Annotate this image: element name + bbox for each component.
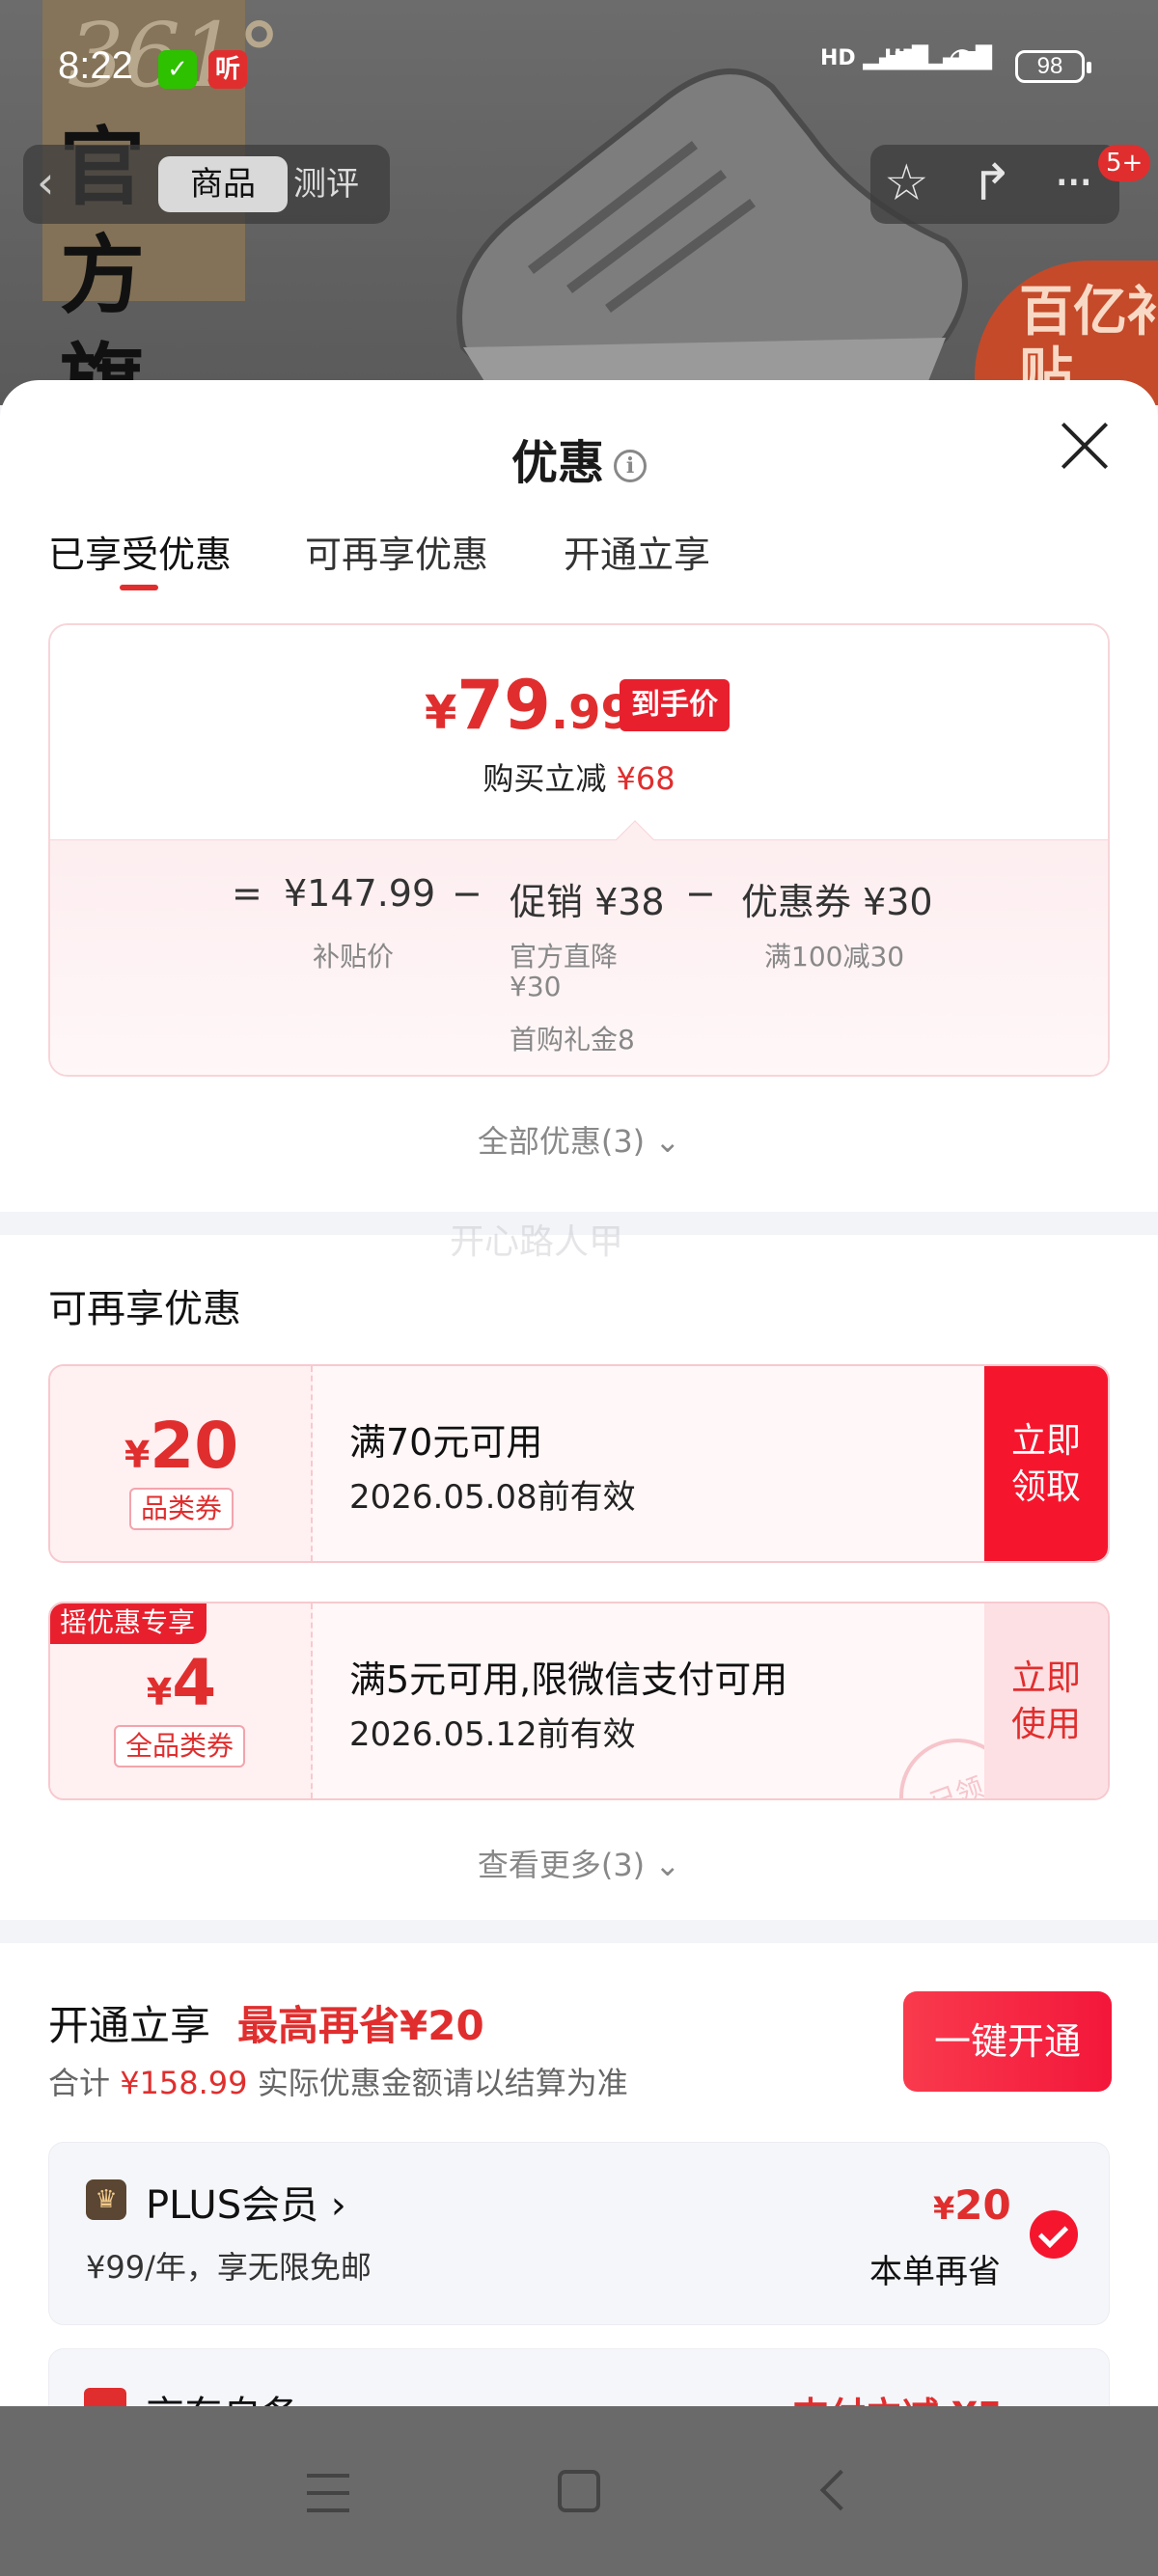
- base-price: ¥147.99: [284, 872, 436, 915]
- tab-goods[interactable]: 商品: [158, 156, 288, 212]
- equals-sign: =: [232, 872, 262, 915]
- sheet-title: 优惠 i: [0, 425, 1158, 492]
- flag-icon: [84, 2388, 126, 2406]
- plus-name[interactable]: PLUS会员 ›: [146, 2174, 346, 2230]
- coupon-condition: 满70元可用: [349, 1421, 543, 1464]
- watermark: 开心路人甲: [450, 1222, 624, 1262]
- base-price-label: 补贴价: [313, 941, 395, 973]
- promo-amount: 促销 ¥38: [510, 881, 665, 923]
- section-divider: [0, 1920, 1158, 1943]
- top-nav-left: ‹ 商品 测评: [23, 145, 390, 224]
- jd-name: 京东自备 ›: [146, 2384, 328, 2406]
- system-nav-bar: [0, 2406, 1158, 2576]
- see-more-link[interactable]: 查看更多(3) ⌄: [0, 1841, 1158, 1885]
- share-icon[interactable]: ↱: [971, 154, 1013, 212]
- coupon-type: 品类券: [129, 1488, 234, 1530]
- tab-open[interactable]: 开通立享: [564, 525, 710, 578]
- tab-more[interactable]: 可再享优惠: [305, 525, 488, 578]
- minus-sign: −: [452, 872, 482, 915]
- coupon-valid-date: 2026.05.12前有效: [349, 1715, 636, 1754]
- final-price: ¥79.99: [425, 666, 633, 745]
- plus-desc: ¥99/年，享无限免邮: [86, 2249, 372, 2286]
- price-formula: = ¥147.99 补贴价 − 促销 ¥38 官方直降 ¥30 首购礼金8 − …: [50, 839, 1108, 1075]
- promo-detail-2: ¥30: [510, 971, 562, 1002]
- info-icon[interactable]: i: [614, 450, 647, 482]
- clock: 8:22: [58, 44, 133, 87]
- plus-savings: ¥20: [933, 2181, 1011, 2229]
- coupon-card: 摇优惠专享 ¥4 全品类券 满5元可用,限微信支付可用 2026.05.12前有…: [48, 1602, 1110, 1800]
- notification-badge: 5+: [1098, 145, 1151, 181]
- menu-icon[interactable]: [307, 2474, 349, 2512]
- back-nav-icon[interactable]: [819, 2469, 862, 2511]
- promo-detail-1: 官方直降: [510, 941, 619, 973]
- exclusive-tag: 摇优惠专享: [50, 1603, 207, 1644]
- coupon-type: 全品类券: [114, 1725, 246, 1768]
- price-breakdown-card: ¥79.99 到手价 购买立减 ¥68 = ¥147.99 补贴价 − 促销 ¥…: [48, 623, 1110, 1077]
- minus-sign-2: −: [685, 872, 716, 915]
- use-coupon-button[interactable]: 立即 使用: [984, 1603, 1108, 1798]
- jd-card[interactable]: 京东自备 › 支付立减 ¥5: [48, 2348, 1110, 2406]
- open-total: 合计 ¥158.99 实际优惠金额请以结算为准: [48, 2065, 628, 2101]
- chevron-down-icon: ⌄: [654, 1847, 681, 1883]
- max-savings: 最高再省¥20: [237, 2002, 484, 2049]
- coupon-value: ¥20: [124, 1409, 239, 1483]
- tab-indicator: [120, 585, 158, 590]
- checkmark-icon[interactable]: [1030, 2210, 1078, 2259]
- tab-review[interactable]: 测评: [293, 156, 400, 212]
- chevron-down-icon: ⌄: [654, 1123, 681, 1160]
- home-icon[interactable]: [558, 2470, 600, 2512]
- wifi-icon: ◠: [950, 41, 976, 79]
- net-price-tag: 到手价: [620, 679, 730, 731]
- close-icon[interactable]: [1058, 419, 1112, 473]
- one-click-open-button[interactable]: 一键开通: [903, 1991, 1112, 2092]
- plus-savings-label: 本单再省: [869, 2253, 1001, 2291]
- coupon-condition: 满5元可用,限微信支付可用: [349, 1658, 788, 1701]
- claim-coupon-button[interactable]: 立即 领取: [984, 1366, 1108, 1561]
- plus-membership-card[interactable]: ♛ PLUS会员 › ¥99/年，享无限免邮 ¥20 本单再省: [48, 2142, 1110, 2325]
- back-icon[interactable]: ‹: [37, 156, 54, 208]
- listen-icon: 听: [208, 50, 247, 89]
- promo-detail-3: 首购礼金8: [510, 1024, 635, 1055]
- wechat-icon: ✓: [158, 50, 197, 89]
- signal-icon-2: HD ▂▄▆█: [884, 46, 993, 70]
- coupon-amount: 优惠券 ¥30: [741, 881, 933, 923]
- crown-icon: ♛: [86, 2179, 126, 2220]
- top-nav-right: ☆ ↱ ···: [870, 145, 1119, 224]
- section-title-more: 可再享优惠: [48, 1287, 241, 1331]
- tab-enjoyed[interactable]: 已享受优惠: [48, 525, 232, 578]
- more-icon[interactable]: ···: [1054, 154, 1094, 212]
- jd-discount: 支付立减 ¥5: [792, 2386, 1003, 2406]
- buy-reduce: 购买立减 ¥68: [482, 760, 676, 797]
- star-icon[interactable]: ☆: [884, 154, 929, 212]
- status-bar: 8:22 ✓ 听 HD ▂▄▆█ HD ▂▄▆█ ◠ 98: [0, 39, 1158, 96]
- coupon-value: ¥4: [146, 1646, 217, 1720]
- all-promos-link[interactable]: 全部优惠(3) ⌄: [0, 1117, 1158, 1162]
- coupon-label: 满100减30: [764, 941, 905, 973]
- coupon-card: ¥20 品类券 满70元可用 2026.05.08前有效 立即 领取: [48, 1364, 1110, 1563]
- promotion-sheet: 优惠 i 已享受优惠 可再享优惠 开通立享 ¥79.99 到手价 购买立减 ¥68…: [0, 380, 1158, 2406]
- open-section-title: 开通立享 最高再省¥20: [48, 2002, 484, 2049]
- battery-icon: 98: [1015, 50, 1091, 83]
- coupon-valid-date: 2026.05.08前有效: [349, 1478, 636, 1517]
- product-hero: 361° 官方旗舰 百亿补贴 8:22 ✓ 听 HD ▂▄▆█ HD ▂▄▆█ …: [0, 0, 1158, 405]
